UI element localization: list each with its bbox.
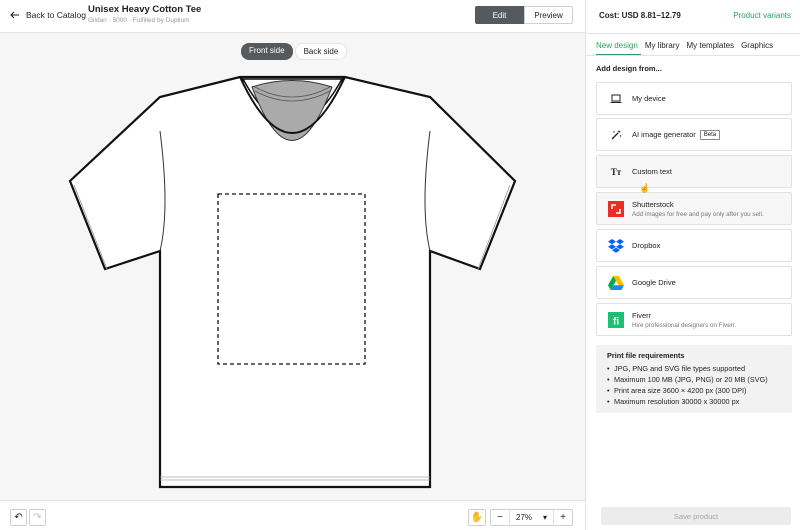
back-label: Back to Catalog [26,10,87,20]
source-label: Dropbox [632,241,661,250]
redo-button[interactable]: ↷ [29,509,46,526]
hand-icon: ✋ [470,512,484,523]
divider [586,55,800,56]
svg-text:fi: fi [613,316,619,327]
dropbox-icon [607,237,625,255]
google-drive-icon [607,274,625,292]
fiverr-icon: fi [607,311,625,329]
requirements-list: JPG, PNG and SVG file types supported Ma… [607,363,781,407]
design-sidebar: Cost: USD 8.81–12.79 Product variants Ne… [585,0,800,530]
tab-graphics[interactable]: Graphics [741,40,776,56]
zoom-value: 27% [516,513,533,522]
source-fiverr[interactable]: fi Fiverr Hire professional designers on… [596,303,792,336]
zoom-select[interactable]: 27% ▾ [509,510,554,525]
undo-icon: ↶ [14,512,23,523]
source-my-device[interactable]: My device [596,82,792,115]
requirement-item: Print area size 3600 × 4200 px (300 DPI) [607,385,781,396]
laptop-icon [607,90,625,108]
tab-my-library[interactable]: My library [645,40,683,56]
pointer-cursor-icon: ☝ [639,183,651,193]
product-subtitle: Gildan · 5000 · Fulfilled by Duplium [88,17,190,24]
requirement-item: Maximum 100 MB (JPG, PNG) or 20 MB (SVG) [607,374,781,385]
tshirt-mockup [68,75,517,489]
requirement-item: Maximum resolution 30000 x 30000 px [607,396,781,407]
beta-badge: Beta [699,129,721,140]
zoom-out-button[interactable]: − [491,512,509,523]
source-description: Hire professional designers on Fiverr. [632,321,737,329]
shutterstock-icon [607,200,625,218]
source-google-drive[interactable]: Google Drive [596,266,792,299]
back-to-catalog-link[interactable]: Back to Catalog [10,10,86,20]
text-icon: Tт [610,166,622,177]
tab-my-templates[interactable]: My templates [686,40,737,56]
edit-button[interactable]: Edit [475,6,524,24]
magic-wand-icon [607,126,625,144]
side-toggle: Front side Back side [241,43,348,60]
zoom-in-button[interactable]: + [554,512,572,523]
product-variants-link[interactable]: Product variants [733,11,791,20]
design-canvas[interactable]: Front side Back side [0,33,585,500]
source-label: Shutterstock [632,199,674,209]
back-side-tab[interactable]: Back side [294,43,348,60]
arrow-left-icon [10,11,19,19]
zoom-control: − 27% ▾ + [490,509,573,526]
source-label: Custom text [632,167,673,176]
source-shutterstock[interactable]: Shutterstock Add images for free and pay… [596,192,792,225]
source-ai-image-generator[interactable]: AI image generator Beta [596,118,792,151]
source-custom-text[interactable]: Tт Custom text [596,155,792,188]
source-label: Google Drive [632,278,676,287]
save-product-button[interactable]: Save product [601,507,791,525]
undo-button[interactable]: ↶ [10,509,27,526]
chevron-down-icon: ▾ [542,513,547,522]
cost-label: Cost: USD 8.81–12.79 [599,11,681,20]
requirements-title: Print file requirements [607,351,685,360]
source-label: My device [632,94,666,103]
source-dropbox[interactable]: Dropbox [596,229,792,262]
add-design-heading: Add design from... [596,64,662,73]
editor-header: Back to Catalog Unisex Heavy Cotton Tee … [0,0,585,33]
source-label: AI image generator [632,130,696,139]
pan-tool-button[interactable]: ✋ [468,509,486,526]
requirement-item: JPG, PNG and SVG file types supported [607,363,781,374]
design-tabs: New design My library My templates Graph… [596,40,780,56]
tab-new-design[interactable]: New design [596,40,641,56]
front-side-tab[interactable]: Front side [241,43,293,60]
redo-icon: ↷ [33,512,42,523]
source-description: Add images for free and pay only after y… [632,210,764,218]
product-title: Unisex Heavy Cotton Tee [88,4,202,15]
divider [586,33,800,34]
source-label: Fiverr [632,310,652,320]
print-file-requirements: Print file requirements JPG, PNG and SVG… [596,345,792,413]
editor-footer: ↶ ↷ ✋ − 27% ▾ + [0,500,585,530]
preview-button[interactable]: Preview [524,6,573,24]
